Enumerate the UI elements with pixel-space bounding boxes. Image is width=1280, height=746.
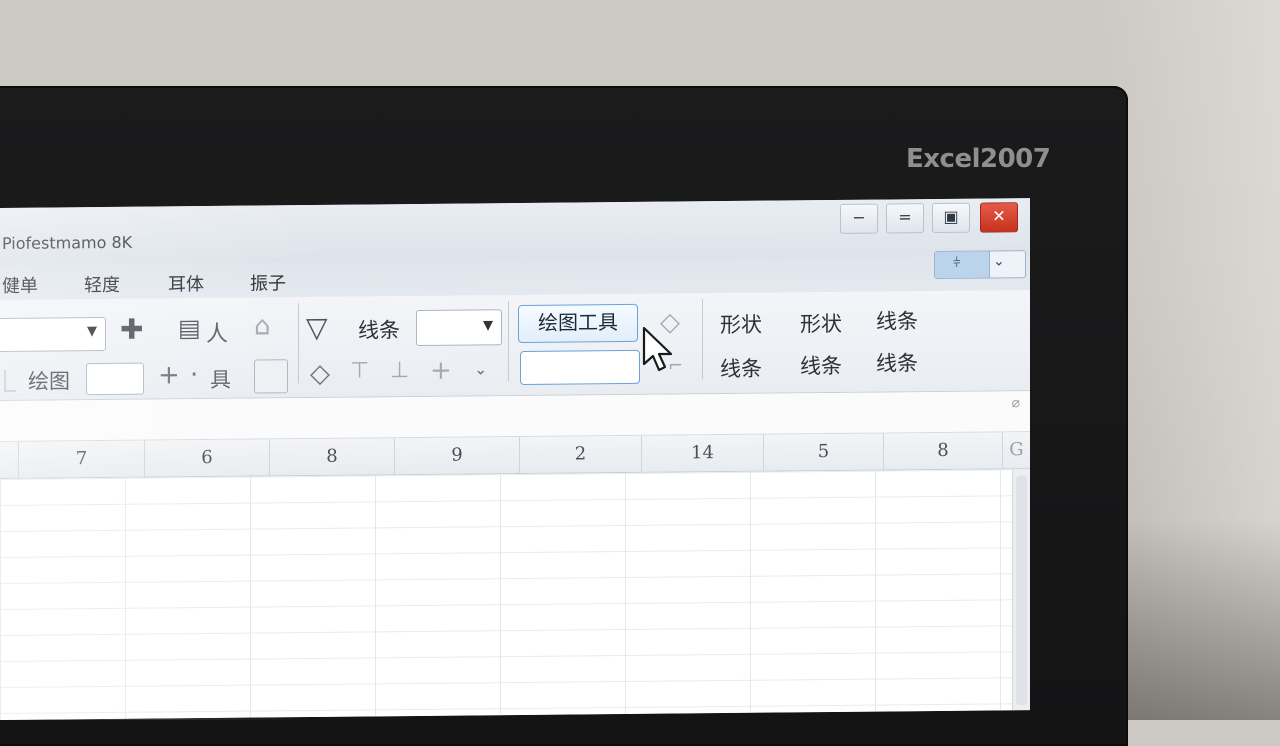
plus-icon[interactable]: + (158, 360, 180, 390)
row-header-corner[interactable] (0, 441, 19, 478)
close-button[interactable]: ✕ (980, 202, 1018, 233)
title-bar: Piofestmamo 8K − = ▣ ✕ (0, 198, 1030, 266)
column-header[interactable]: 5 (764, 433, 884, 471)
more-chevron-icon[interactable]: ⌄ (474, 359, 487, 378)
gallery-shape-1[interactable]: 形状 (720, 309, 762, 339)
menu-item-3[interactable]: 耳体 (168, 270, 204, 296)
chevron-down-icon: ▼ (483, 318, 493, 334)
drawing-tools-button[interactable]: 绘图工具 (518, 303, 638, 344)
scrollbar-thumb[interactable] (1016, 475, 1027, 706)
ribbon-separator (702, 299, 703, 380)
column-header[interactable]: 2 (520, 435, 642, 474)
tool-label[interactable]: 具 (210, 364, 231, 394)
column-header[interactable]: 7 (19, 440, 145, 478)
ribbon-layout-icon: ⫩ (953, 255, 961, 271)
chevron-down-icon: ▼ (87, 324, 97, 340)
align-top-icon[interactable]: ⊤ (350, 358, 369, 383)
vertical-scrollbar[interactable] (1012, 469, 1030, 711)
person-label[interactable]: 人 (206, 316, 228, 348)
lines-label: 线条 (358, 318, 400, 343)
maximize-button[interactable]: ▣ (932, 202, 970, 234)
monitor-brand-label: Excel2007 (906, 144, 1051, 174)
drawing-tools-input[interactable] (520, 349, 640, 386)
ribbon-collapse-icon[interactable]: ⌄ (993, 253, 1005, 269)
restore-button[interactable]: = (886, 203, 924, 234)
column-header[interactable]: 8 (884, 432, 1003, 470)
excel-window: Piofestmamo 8K − = ▣ ✕ 健单 轻度 耳体 振子 ⫩ ⌄ ▼… (0, 198, 1030, 720)
gallery-line-4[interactable]: 线条 (876, 347, 918, 377)
draw-label[interactable]: 绘图 (28, 365, 70, 395)
triangle-shape-icon[interactable]: ▽ (306, 311, 328, 344)
ribbon-layout-button[interactable]: ⫩ (935, 251, 990, 279)
window-title: Piofestmamo 8K (2, 232, 133, 253)
column-header[interactable]: 14 (642, 434, 764, 472)
ribbon-separator (298, 303, 299, 384)
gallery-line-3[interactable]: 线条 (800, 350, 842, 380)
gallery-line-1[interactable]: 线条 (876, 305, 918, 335)
plus-shape-icon[interactable]: ✚ (120, 313, 143, 346)
gallery-line-2[interactable]: 线条 (720, 353, 762, 383)
select-icon[interactable]: ⎿ (0, 364, 16, 396)
ribbon: ▼ ✚ ▤ 人 ⌂ ⎿ 绘图 + · 具 ▽ 线条 ▼ ◇ ⊤ ⊥ + ⌄ 绘图… (0, 290, 1030, 401)
layout-icon[interactable]: ▤ (178, 314, 201, 342)
gallery-shape-2[interactable]: 形状 (800, 308, 842, 338)
lines-combo[interactable]: ▼ (416, 309, 502, 347)
column-header[interactable]: 9 (395, 437, 520, 475)
gem-shape-icon[interactable]: ◇ (310, 359, 330, 389)
minimize-button[interactable]: − (840, 203, 878, 234)
menu-item-2[interactable]: 轻度 (84, 271, 120, 297)
ribbon-display-toggle[interactable]: ⫩ ⌄ (934, 250, 1026, 280)
menu-item-4[interactable]: 振子 (250, 269, 286, 295)
column-header[interactable]: G (1003, 432, 1030, 469)
cell-grid[interactable] (0, 469, 1012, 720)
house-shape-icon[interactable]: ⌂ (254, 311, 271, 341)
background-shadow (1120, 520, 1280, 720)
menu-item-1[interactable]: 健单 (2, 272, 38, 298)
dot-icon: · (190, 360, 199, 391)
expand-handle-icon[interactable]: ⌀ (1012, 395, 1020, 411)
draw-size-input[interactable] (86, 362, 144, 396)
add-point-icon[interactable]: + (430, 356, 452, 386)
style-combo[interactable]: ▼ (0, 316, 106, 353)
column-header[interactable]: 8 (270, 438, 395, 476)
mouse-cursor-icon (642, 326, 673, 372)
column-header[interactable]: 6 (145, 439, 270, 477)
frame-icon[interactable] (254, 359, 288, 394)
align-middle-icon[interactable]: ⊥ (390, 358, 409, 383)
ribbon-separator (508, 301, 509, 382)
